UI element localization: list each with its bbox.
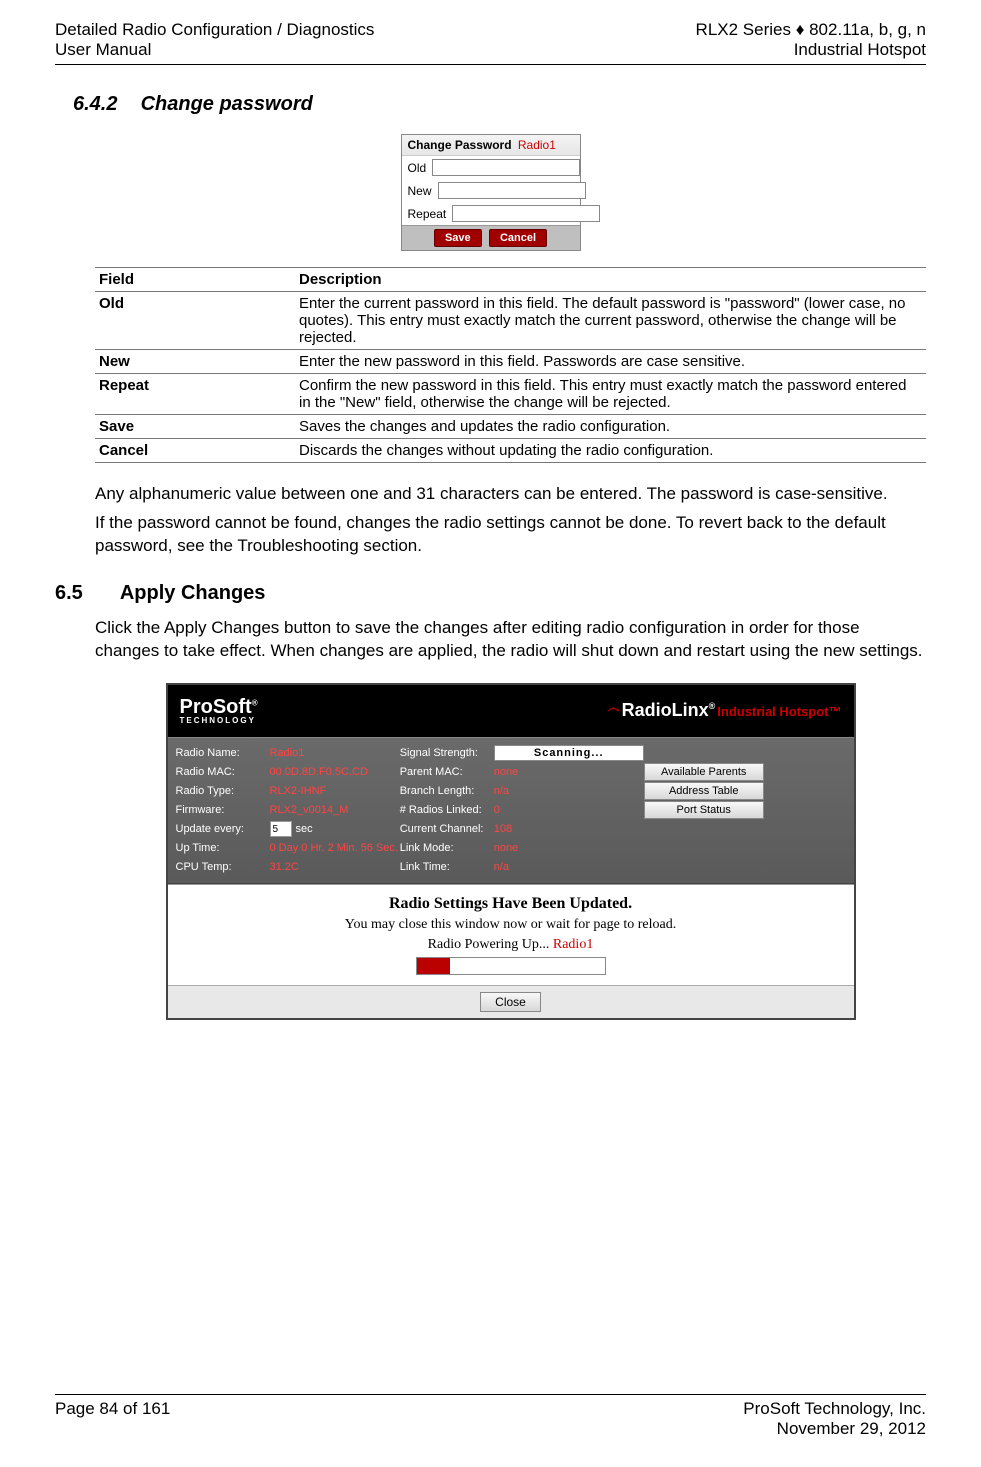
page-header: Detailed Radio Configuration / Diagnosti… bbox=[55, 20, 926, 60]
section-65-heading: 6.5 Apply Changes bbox=[55, 582, 926, 605]
prosoft-logo: ProSoft® TECHNOLOGY bbox=[180, 696, 258, 725]
repeat-password-label: Repeat bbox=[408, 207, 447, 221]
page-footer: Page 84 of 161 ProSoft Technology, Inc. … bbox=[55, 1394, 926, 1439]
paragraph: If the password cannot be found, changes… bbox=[95, 512, 926, 558]
table-row: OldEnter the current password in this fi… bbox=[95, 292, 926, 350]
paragraph: Click the Apply Changes button to save t… bbox=[95, 617, 926, 663]
panel-header: ProSoft® TECHNOLOGY ෴ RadioLinx®Industri… bbox=[168, 685, 854, 737]
header-right-top: RLX2 Series ♦ 802.11a, b, g, n bbox=[696, 20, 926, 40]
change-password-dialog: Change Password Radio1 Old New Repeat Sa… bbox=[401, 134, 581, 251]
cancel-button[interactable]: Cancel bbox=[489, 229, 547, 247]
footer-rule bbox=[55, 1394, 926, 1395]
dialog-title-bar: Change Password Radio1 bbox=[402, 135, 580, 156]
available-parents-button[interactable]: Available Parents bbox=[644, 763, 764, 781]
port-status-button[interactable]: Port Status bbox=[644, 801, 764, 819]
panel-message-zone: Radio Settings Have Been Updated. You ma… bbox=[168, 884, 854, 985]
signal-strength-scan: Scanning... bbox=[494, 745, 644, 761]
old-password-label: Old bbox=[408, 161, 427, 175]
header-right-bottom: Industrial Hotspot bbox=[696, 40, 926, 60]
footer-date: November 29, 2012 bbox=[743, 1419, 926, 1439]
new-password-input[interactable] bbox=[438, 182, 586, 199]
table-row: NewEnter the new password in this field.… bbox=[95, 350, 926, 374]
header-left-top: Detailed Radio Configuration / Diagnosti… bbox=[55, 20, 374, 40]
table-row: RepeatConfirm the new password in this f… bbox=[95, 374, 926, 415]
radiolinx-brand: ෴ RadioLinx®Industrial Hotspot™ bbox=[607, 700, 841, 721]
table-row: SaveSaves the changes and updates the ra… bbox=[95, 415, 926, 439]
footer-company: ProSoft Technology, Inc. bbox=[743, 1399, 926, 1419]
update-every-input[interactable] bbox=[270, 821, 292, 837]
header-left-bottom: User Manual bbox=[55, 40, 374, 60]
paragraph: Any alphanumeric value between one and 3… bbox=[95, 483, 926, 506]
wifi-icon: ෴ bbox=[607, 700, 616, 715]
table-row: CancelDiscards the changes without updat… bbox=[95, 439, 926, 463]
update-message-sub: You may close this window now or wait fo… bbox=[178, 917, 844, 933]
new-password-label: New bbox=[408, 184, 432, 198]
footer-page-number: Page 84 of 161 bbox=[55, 1399, 170, 1439]
progress-bar bbox=[416, 957, 606, 975]
header-rule bbox=[55, 64, 926, 65]
powering-up-message: Radio Powering Up... Radio1 bbox=[178, 937, 844, 953]
field-description-table: Field Description OldEnter the current p… bbox=[95, 267, 926, 463]
table-head-field: Field bbox=[95, 268, 295, 292]
panel-info-grid: Radio Name:Radio1 Radio MAC:00.0D.8D.F0.… bbox=[168, 737, 854, 884]
radiolinx-panel: ProSoft® TECHNOLOGY ෴ RadioLinx®Industri… bbox=[166, 683, 856, 1020]
repeat-password-input[interactable] bbox=[452, 205, 600, 222]
address-table-button[interactable]: Address Table bbox=[644, 782, 764, 800]
save-button[interactable]: Save bbox=[434, 229, 482, 247]
dialog-radio-name: Radio1 bbox=[518, 138, 556, 152]
section-642-heading: 6.4.2 Change password bbox=[73, 93, 926, 116]
table-head-desc: Description bbox=[295, 268, 926, 292]
update-message-title: Radio Settings Have Been Updated. bbox=[178, 895, 844, 913]
progress-bar-fill bbox=[417, 958, 451, 974]
close-button[interactable]: Close bbox=[480, 992, 541, 1012]
old-password-input[interactable] bbox=[432, 159, 580, 176]
